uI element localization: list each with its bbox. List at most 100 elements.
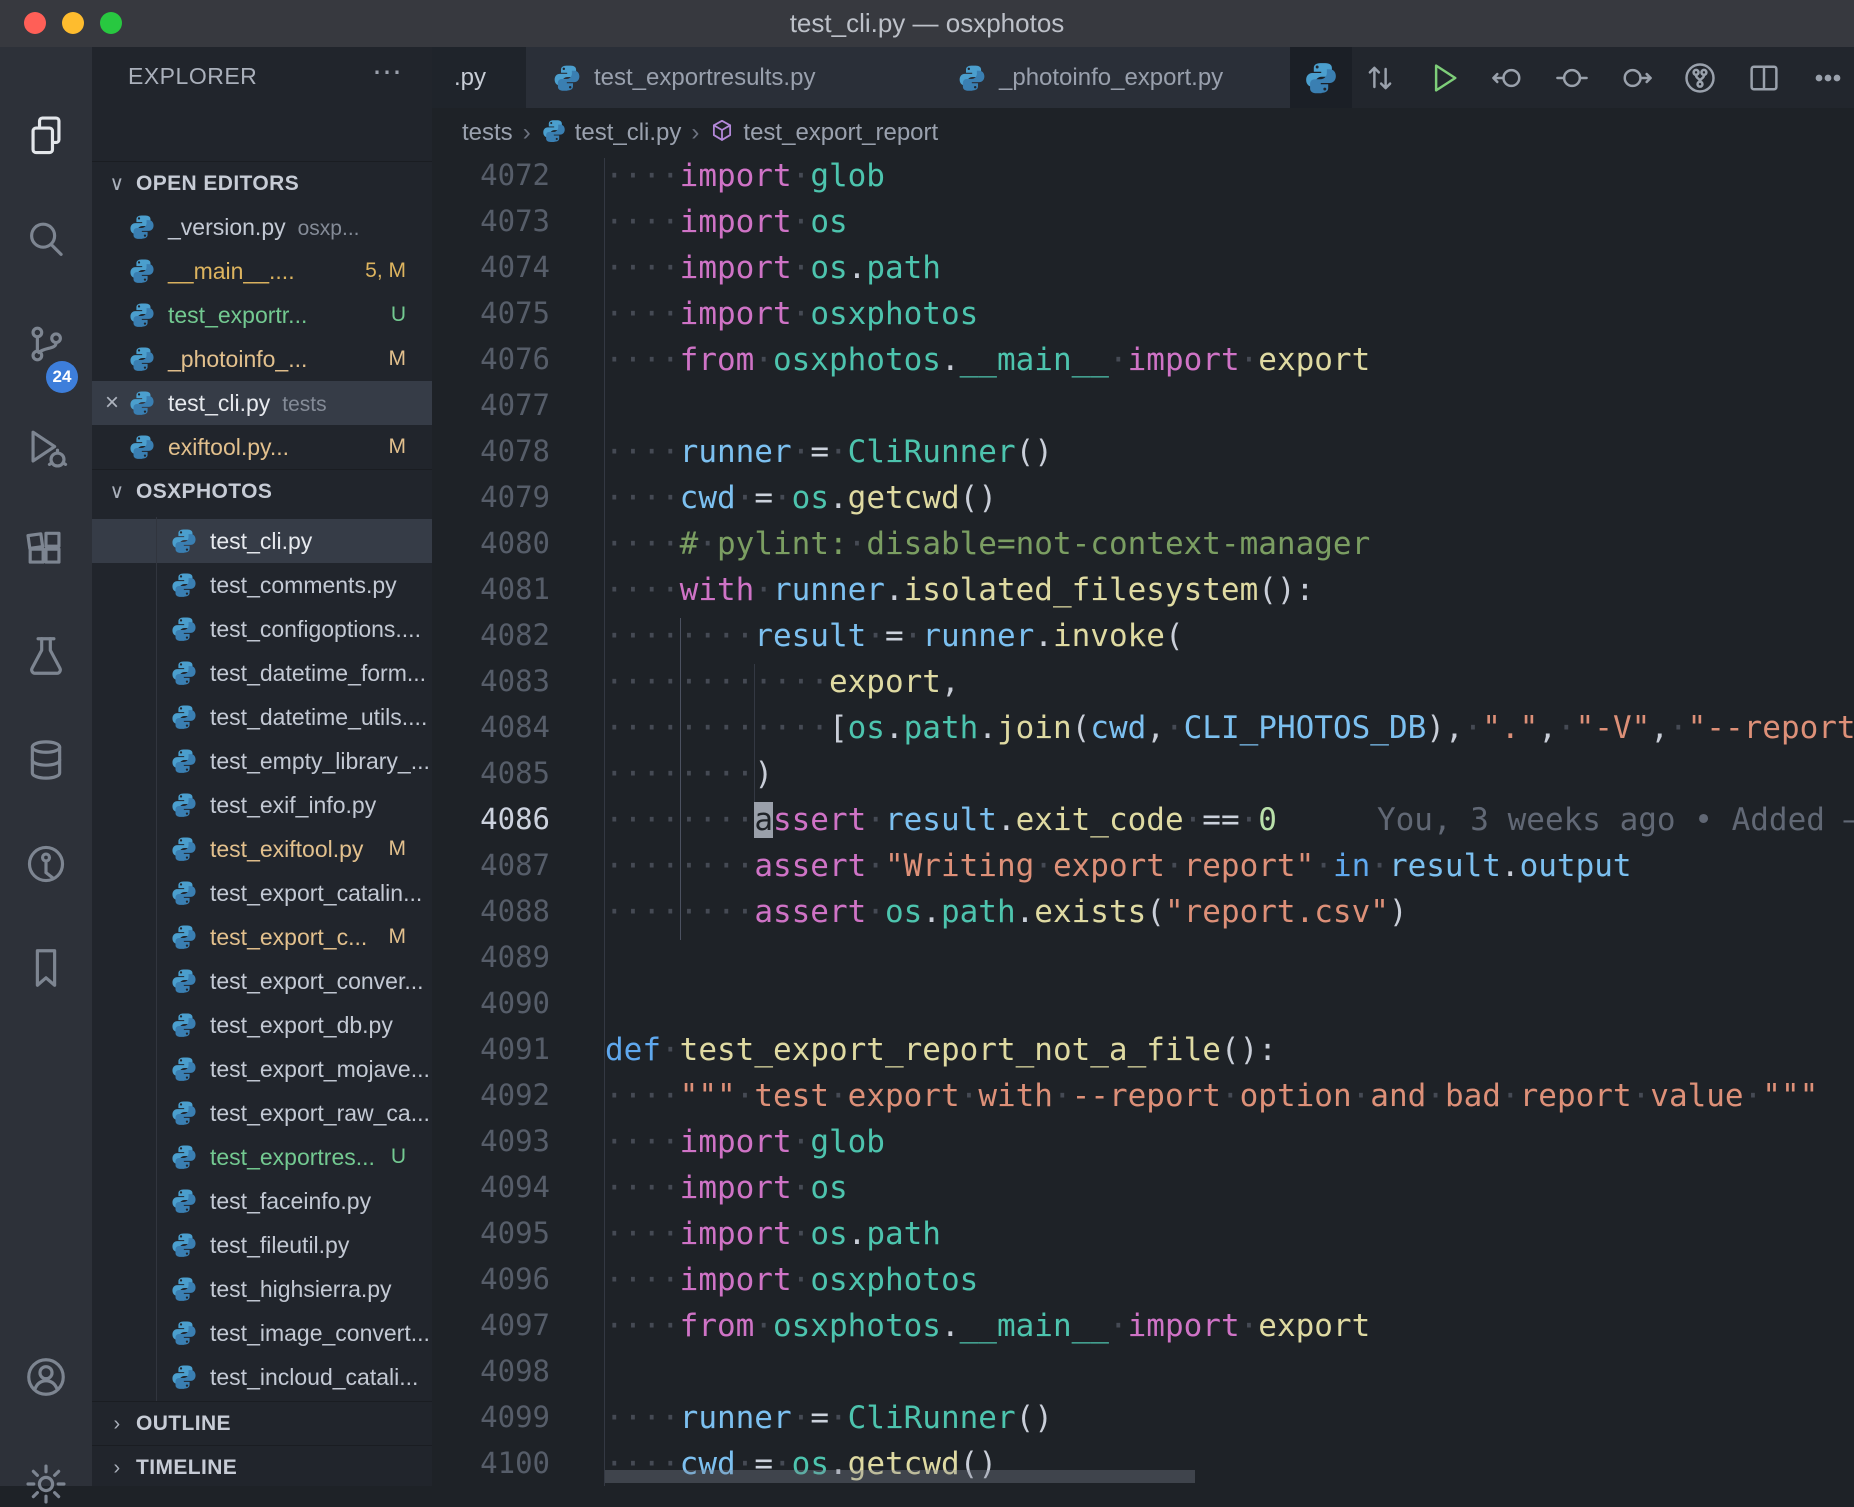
tab--photoinfo-export-py[interactable]: _photoinfo_export.py <box>931 47 1292 108</box>
breadcrumb-item[interactable]: test_export_report <box>743 108 938 158</box>
code-token: os <box>810 250 847 286</box>
database-icon[interactable] <box>23 737 69 783</box>
sidebar-more-actions-icon[interactable]: ⋯ <box>372 55 402 90</box>
code-line[interactable]: ····import·os.path <box>605 1216 941 1262</box>
open-editor-item[interactable]: _version.pyosxp... <box>92 205 432 249</box>
breadcrumb[interactable]: tests›test_cli.py›test_export_report <box>432 108 1854 158</box>
tree-item[interactable]: test_comments.py <box>92 563 432 607</box>
whitespace-dots: · <box>736 480 755 516</box>
run-cell-icon[interactable] <box>1554 60 1590 96</box>
code-token: assert <box>754 894 866 930</box>
code-line[interactable]: ····import·os <box>605 1170 848 1216</box>
open-editor-item[interactable]: _photoinfo_...M <box>92 337 432 381</box>
code-line[interactable]: ············export, <box>605 664 960 710</box>
tree-item[interactable]: test_configoptions.... <box>92 607 432 651</box>
code-line[interactable]: ········assert·os.path.exists("report.cs… <box>605 894 1408 940</box>
close-icon[interactable]: × <box>98 381 126 425</box>
section-timeline[interactable]: ›TIMELINE <box>92 1445 432 1486</box>
tree-item[interactable]: test_image_convert... <box>92 1311 432 1355</box>
bookmarks-icon[interactable] <box>23 945 69 991</box>
whitespace-dots: ···· <box>605 434 680 470</box>
code-editor[interactable]: 4072····import·glob4073····import·os4074… <box>432 158 1854 1486</box>
tree-item[interactable]: test_export_catalin... <box>92 871 432 915</box>
tree-item[interactable]: test_export_db.py <box>92 1003 432 1047</box>
whitespace-dots: ···· <box>605 572 680 608</box>
horizontal-scrollbar[interactable] <box>605 1470 1195 1483</box>
file-path-suffix: tests <box>282 393 326 416</box>
tab--py[interactable]: .py <box>432 47 528 108</box>
run-debug-icon[interactable] <box>23 425 69 471</box>
tab-test-exportresults-py[interactable]: test_exportresults.py <box>526 47 933 108</box>
breadcrumb-item[interactable]: tests <box>462 108 513 158</box>
settings-gear-icon[interactable] <box>23 1461 69 1507</box>
code-token: path <box>904 710 979 746</box>
code-line[interactable]: ····runner·=·CliRunner() <box>605 1400 1053 1446</box>
whitespace-dots: · <box>773 480 792 516</box>
account-icon[interactable] <box>23 1354 69 1400</box>
commit-graph-icon[interactable] <box>1682 60 1718 96</box>
code-line[interactable]: ····cwd·=·os.getcwd() <box>605 480 997 526</box>
code-line[interactable]: ····import·osxphotos <box>605 296 978 342</box>
python-logo[interactable] <box>1290 47 1352 108</box>
code-line[interactable]: ····runner·=·CliRunner() <box>605 434 1053 480</box>
code-line[interactable]: ········) <box>605 756 773 802</box>
tree-item[interactable]: test_cli.py <box>92 519 432 563</box>
code-line[interactable]: ········assert·"Writing·export·report"·i… <box>605 848 1632 894</box>
run-below-icon[interactable] <box>1618 60 1654 96</box>
extensions-icon[interactable] <box>23 529 69 575</box>
tree-item[interactable]: test_empty_library_... <box>92 739 432 783</box>
python-file-icon <box>170 1319 198 1347</box>
open-editor-item[interactable]: ×test_cli.pytests <box>92 381 432 425</box>
run-icon[interactable] <box>1426 60 1462 96</box>
tree-item[interactable]: test_datetime_form... <box>92 651 432 695</box>
code-token: [ <box>829 710 848 746</box>
file-name: test_empty_library_... <box>210 739 430 783</box>
tree-item[interactable]: test_faceinfo.py <box>92 1179 432 1223</box>
code-line[interactable]: ········assert·result.exit_code·==·0You,… <box>605 802 1854 848</box>
open-editor-item[interactable]: exiftool.py...M <box>92 425 432 469</box>
code-line[interactable]: ····import·glob <box>605 158 885 204</box>
open-editor-item[interactable]: __main__....5, M <box>92 249 432 293</box>
code-line[interactable]: ············[os.path.join(cwd,·CLI_PHOTO… <box>605 710 1854 756</box>
compare-changes-icon[interactable] <box>1362 60 1398 96</box>
code-line[interactable]: ····import·os <box>605 204 848 250</box>
testing-icon[interactable] <box>23 633 69 679</box>
breadcrumb-item[interactable]: test_cli.py <box>575 108 682 158</box>
code-line[interactable]: ····from·osxphotos.__main__·import·expor… <box>605 342 1370 388</box>
more-actions-icon[interactable] <box>1810 60 1846 96</box>
code-line[interactable]: ····import·os.path <box>605 250 941 296</box>
code-line[interactable]: ····import·osxphotos <box>605 1262 978 1308</box>
code-line[interactable]: ····import·glob <box>605 1124 885 1170</box>
code-line[interactable]: ····#·pylint:·disable=not-context-manage… <box>605 526 1370 572</box>
tree-item[interactable]: test_exiftool.pyM <box>92 827 432 871</box>
explorer-icon[interactable] <box>23 113 69 159</box>
code-line[interactable]: ········result·=·runner.invoke( <box>605 618 1184 664</box>
code-line[interactable]: ····"""·test·export·with·--report·option… <box>605 1078 1818 1124</box>
tree-item[interactable]: test_export_conver... <box>92 959 432 1003</box>
open-editor-item[interactable]: test_exportr...U <box>92 293 432 337</box>
code-token: () <box>1016 434 1053 470</box>
section-outline[interactable]: ›OUTLINE <box>92 1401 432 1446</box>
tree-item[interactable]: test_fileutil.py <box>92 1223 432 1267</box>
tree-item[interactable]: test_incloud_catali... <box>92 1355 432 1399</box>
tree-item[interactable]: test_datetime_utils.... <box>92 695 432 739</box>
tree-item[interactable]: test_export_mojave... <box>92 1047 432 1091</box>
section-osxphotos[interactable]: ∨OSXPHOTOS <box>92 469 432 514</box>
code-line[interactable]: ····from·osxphotos.__main__·import·expor… <box>605 1308 1370 1354</box>
code-line[interactable]: ····with·runner.isolated_filesystem(): <box>605 572 1314 618</box>
run-above-icon[interactable] <box>1490 60 1526 96</box>
tree-item[interactable]: test_highsierra.py <box>92 1267 432 1311</box>
search-icon[interactable] <box>23 217 69 263</box>
whitespace-dots: ········ <box>605 618 754 654</box>
tree-item[interactable]: test_export_c...M <box>92 915 432 959</box>
whitespace-dots: · <box>866 894 885 930</box>
tree-item[interactable]: test_exif_info.py <box>92 783 432 827</box>
code-line[interactable]: def·test_export_report_not_a_file(): <box>605 1032 1277 1078</box>
code-token: import <box>1128 342 1240 378</box>
split-editor-icon[interactable] <box>1746 60 1782 96</box>
section-open-editors[interactable]: ∨OPEN EDITORS <box>92 161 432 206</box>
tree-item[interactable]: test_exportres...U <box>92 1135 432 1179</box>
code-token: os <box>810 1216 847 1252</box>
gitlens-icon[interactable] <box>23 841 69 887</box>
tree-item[interactable]: test_export_raw_ca... <box>92 1091 432 1135</box>
